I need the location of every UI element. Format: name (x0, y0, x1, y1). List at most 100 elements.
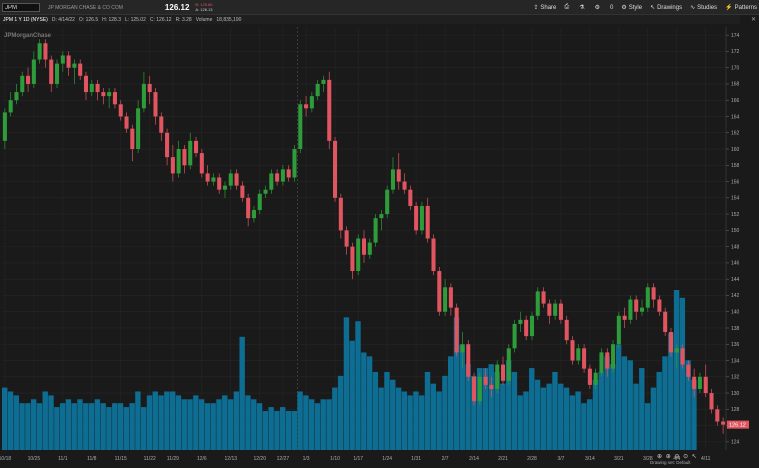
share-icon: ⇪ (533, 5, 539, 11)
volume-bar (198, 399, 205, 450)
volume-bar (71, 403, 77, 450)
candle-body (159, 116, 164, 133)
flask-button[interactable]: ⚗ (579, 4, 586, 11)
count-value: 0 (609, 4, 614, 11)
x-tick-label: 12/6 (197, 456, 207, 462)
candle-body (611, 344, 616, 369)
drawings-button[interactable]: ↖ Drawings (650, 4, 683, 12)
candle-body (217, 177, 222, 190)
cursor-icon: ↖ (650, 5, 656, 11)
print-button[interactable]: ⎙ (564, 4, 571, 11)
volume-bar (447, 356, 454, 450)
candle-body (26, 75, 31, 84)
candle-body (657, 299, 662, 312)
candle-body (194, 140, 199, 154)
candle-body (547, 303, 552, 316)
volume-bar (332, 387, 338, 450)
candle-body (553, 303, 558, 316)
candle-body (234, 173, 239, 186)
volume-bar (633, 383, 639, 450)
volume-bar (615, 344, 622, 450)
candle-body (697, 376, 702, 389)
candle-body (680, 348, 685, 365)
volume-bar (569, 395, 576, 450)
candle-body (275, 173, 280, 182)
y-tick-label: 140 (731, 310, 740, 316)
volume-bar (407, 395, 413, 450)
candle-body (414, 205, 419, 231)
candle-body (495, 364, 500, 389)
volume-bar (94, 399, 101, 450)
y-tick-label: 132 (731, 375, 740, 381)
candle-body (141, 83, 146, 109)
candle-body (83, 75, 89, 93)
zoom-controls[interactable]: ⊕ ⊕ ⊖ ⊙ ↖ (657, 453, 698, 460)
candle-body (425, 205, 430, 239)
studies-label: Studies (697, 4, 718, 11)
candle-body (460, 344, 465, 353)
studies-icon: ∿ (690, 5, 696, 11)
candle-body (518, 319, 523, 324)
drawings-label: Drawings (657, 4, 683, 11)
volume-bar (54, 407, 60, 450)
volume-bar (123, 407, 130, 450)
volume-bar (256, 403, 263, 450)
volume-bar (581, 403, 587, 450)
studies-button[interactable]: ∿ Studies (690, 4, 718, 12)
close-icon[interactable]: ✕ (751, 16, 756, 23)
style-icon: ⚙ (621, 5, 627, 11)
volume-bar (204, 403, 211, 450)
candle-body (240, 185, 245, 198)
volume-bar (488, 364, 494, 450)
volume-bar (627, 360, 633, 450)
volume-bar (106, 407, 112, 450)
candle-body (304, 104, 309, 109)
y-tick-label: 124 (731, 440, 740, 446)
share-button[interactable]: ⇪ Share (533, 4, 557, 12)
volume-bar (523, 391, 529, 450)
x-tick-label: 1/31 (411, 456, 421, 462)
volume-bar (621, 356, 628, 450)
candle-body (72, 63, 77, 68)
volume-bar (500, 383, 506, 450)
volume-bar (419, 395, 425, 450)
volume-bar (517, 395, 523, 450)
y-tick-label: 144 (731, 277, 740, 283)
volume-bar (453, 317, 460, 450)
volume-bar (291, 410, 297, 450)
y-tick-label: 146 (731, 261, 740, 267)
ohlc-info-bar: JPM 1 Y 1D (NYSE) D: 4/14/22 O: 126.5 H:… (0, 15, 740, 24)
price-chart[interactable]: 124 126 128 130 132 134 136 138 140 142 144 146 148 1… (0, 0, 759, 468)
candle-body (95, 83, 100, 93)
candle-body (587, 368, 592, 385)
volume-bars (2, 290, 697, 450)
settings-button[interactable]: ⚙ (595, 4, 602, 11)
candle-body (60, 55, 65, 64)
volume-bar (268, 407, 274, 450)
candle-body (576, 348, 581, 361)
symbol-input[interactable] (2, 3, 40, 12)
volume-bar (262, 410, 269, 450)
volume-bar (610, 364, 616, 450)
x-tick-label: 2/28 (527, 456, 537, 462)
volume-bar (135, 391, 141, 450)
volume-bar (494, 371, 500, 450)
style-button[interactable]: ⚙ Style (621, 4, 642, 12)
top-toolbar: JP MORGAN CHASE & CO COM 126.12 B: 125.8… (0, 0, 759, 15)
candle-body (593, 372, 598, 385)
volume-bar (563, 387, 570, 450)
candle-body (356, 238, 361, 272)
candle-body (263, 189, 268, 194)
candle-body (222, 185, 228, 190)
candle-body (489, 384, 494, 389)
y-tick-label: 136 (731, 342, 740, 348)
share-label: Share (540, 4, 557, 11)
volume-bar (233, 391, 240, 450)
volume-bar (222, 395, 228, 450)
patterns-button[interactable]: ⚡ Patterns (725, 4, 757, 12)
volume-bar (471, 375, 477, 450)
volume-bar (7, 391, 14, 450)
x-tick-label: 11/8 (87, 456, 97, 462)
x-tick-label: 11/15 (115, 456, 127, 462)
volume-bar (401, 391, 408, 450)
